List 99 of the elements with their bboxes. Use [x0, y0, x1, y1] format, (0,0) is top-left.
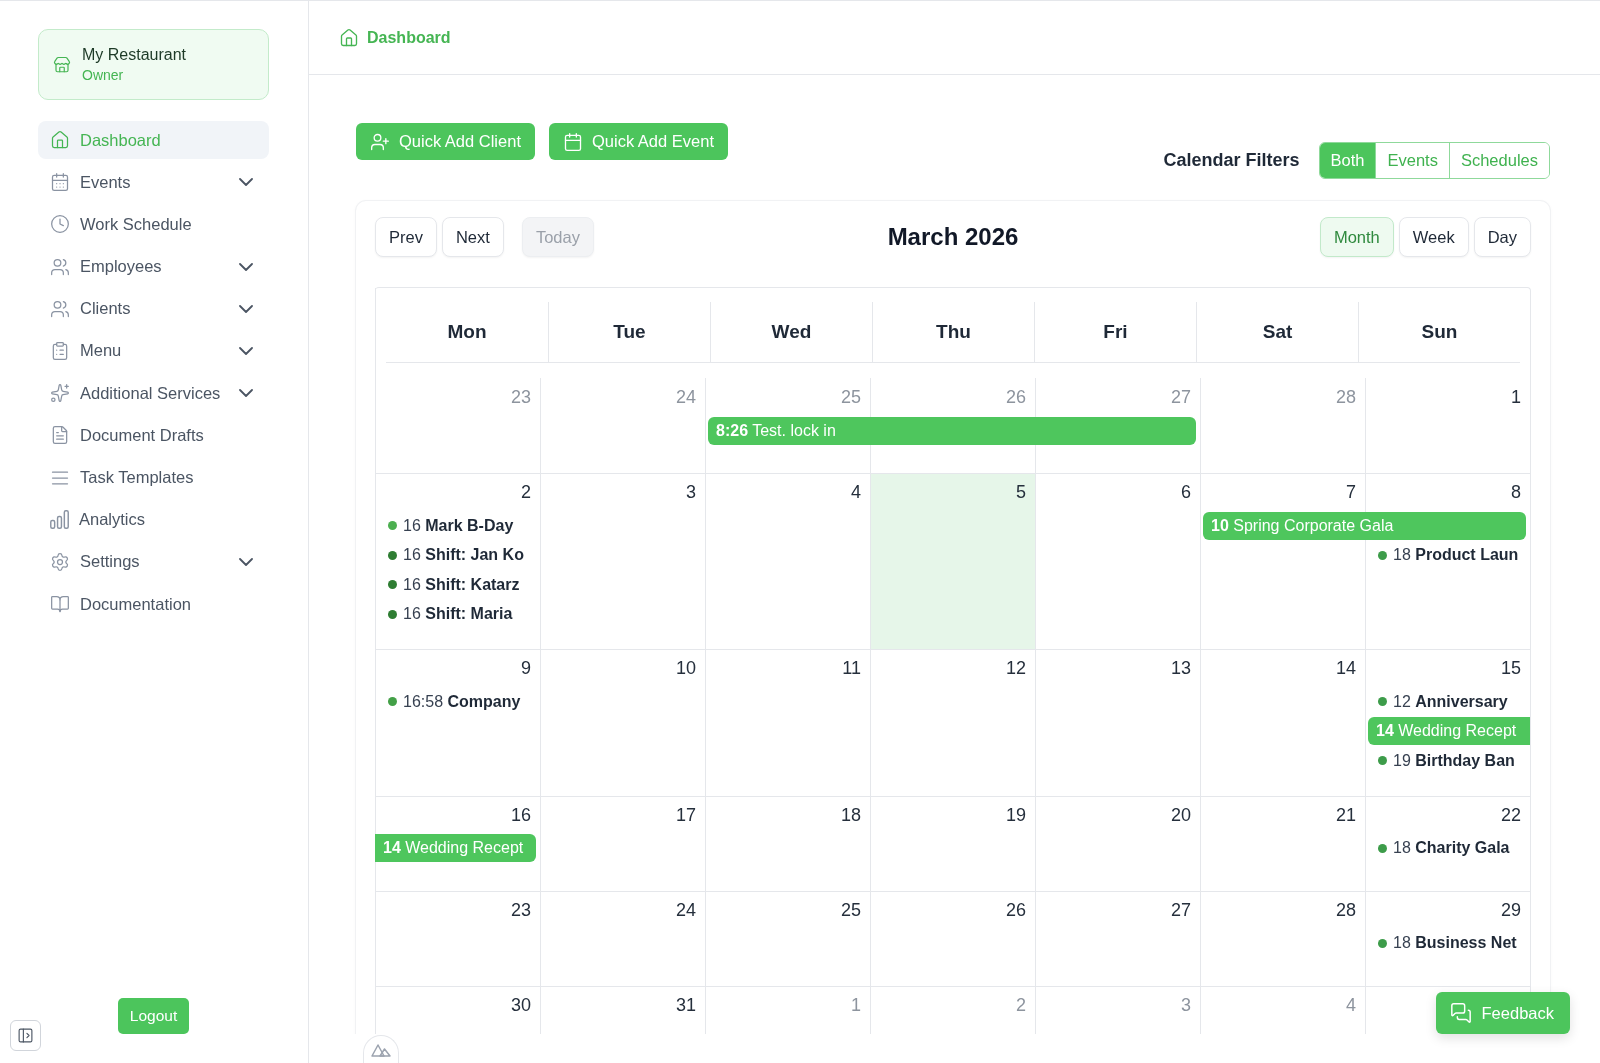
date-number: 4: [1346, 993, 1357, 1016]
people-icon: [50, 256, 70, 277]
bar-chart-icon: [50, 510, 69, 530]
date-number: 23: [510, 898, 532, 921]
devtools-button[interactable]: [363, 1035, 399, 1063]
date-number: 2: [1016, 993, 1027, 1016]
date-number: 28: [1335, 386, 1357, 408]
date-number: 26: [1005, 386, 1027, 408]
clock-icon: [50, 214, 70, 235]
event-label[interactable]: 16 Mark B-Day: [403, 516, 514, 535]
sparkles-icon: [50, 383, 70, 404]
account-role: Owner: [82, 67, 125, 83]
weekday-header: Thu: [872, 302, 1034, 362]
date-number: 24: [675, 898, 697, 921]
date-number: 9: [521, 657, 532, 679]
date-number: 16: [510, 803, 532, 826]
calendar-nav-button[interactable]: Next: [441, 217, 504, 257]
view-tab[interactable]: Month: [1319, 217, 1394, 257]
date-number: 13: [1170, 657, 1192, 679]
document-icon: [50, 425, 70, 446]
date-number: 14: [1335, 657, 1357, 679]
event-label[interactable]: 16 Shift: Katarz: [403, 575, 520, 594]
date-number: 7: [1346, 481, 1357, 503]
event-label[interactable]: 16:58 Company: [403, 692, 521, 711]
sidebar-toggle-button[interactable]: [10, 1020, 41, 1051]
date-number: 26: [1005, 898, 1027, 921]
date-number: 18: [840, 803, 862, 826]
filter-title: Calendar Filters: [1163, 150, 1300, 171]
event-label[interactable]: 16 Shift: Jan Ko: [403, 546, 524, 565]
user-plus-icon: [370, 131, 390, 152]
book-icon: [50, 594, 70, 615]
date-number: 11: [842, 657, 862, 679]
event-label[interactable]: 18 Charity Gala: [1393, 839, 1510, 858]
weekday-header: Mon: [446, 320, 488, 344]
nav-item[interactable]: Analytics: [38, 500, 269, 539]
date-number: 25: [840, 898, 862, 921]
date-number: 17: [675, 803, 697, 826]
view-tab[interactable]: Day: [1473, 217, 1531, 257]
home-icon: [339, 27, 359, 48]
date-number: 2: [521, 481, 532, 503]
weekday-header: Sun: [1358, 302, 1520, 362]
weekday-header: Wed: [710, 302, 872, 362]
store-icon: [53, 55, 71, 74]
date-number: 1: [851, 993, 862, 1016]
weekday-header: Sat: [1196, 302, 1358, 362]
date-number: 22: [1500, 803, 1522, 826]
date-number: 21: [1335, 803, 1357, 826]
calendar-icon: [50, 172, 70, 193]
date-number: 15: [1500, 657, 1522, 679]
date-number: 20: [1170, 803, 1192, 826]
date-number: 27: [1170, 898, 1192, 921]
date-number: 8: [1511, 481, 1522, 503]
people-icon: [50, 298, 70, 319]
nav-item[interactable]: Menu: [38, 331, 269, 370]
home-icon: [50, 130, 70, 150]
date-number: 5: [1016, 481, 1027, 503]
triangles-icon: [371, 1042, 391, 1057]
date-number: 25: [840, 386, 862, 408]
date-number: 4: [851, 481, 862, 503]
date-number: 12: [1005, 657, 1027, 679]
nav-item[interactable]: Task Templates: [38, 458, 269, 497]
panel-icon: [17, 1027, 34, 1044]
weekday-header: Fri: [1034, 302, 1196, 362]
date-number: 29: [1500, 898, 1522, 921]
calendar-nav-button[interactable]: Prev: [375, 217, 437, 257]
nav-item[interactable]: Documentation: [38, 585, 269, 624]
account-card[interactable]: My Restaurant Owner: [38, 29, 269, 100]
nav-item[interactable]: Clients: [38, 289, 269, 328]
event-label[interactable]: 18 Product Laun: [1393, 546, 1519, 565]
date-number: 30: [510, 993, 532, 1016]
date-number: 1: [1511, 386, 1522, 408]
date-number: 10: [675, 657, 697, 679]
date-number: 6: [1181, 481, 1192, 503]
account-name: My Restaurant: [82, 46, 187, 64]
date-number: 23: [510, 386, 532, 408]
event-label[interactable]: 19 Birthday Ban: [1393, 751, 1515, 770]
event-label[interactable]: 12 Anniversary: [1393, 692, 1508, 711]
nav-item[interactable]: Additional Services: [38, 374, 269, 413]
calendar-title: March 2026: [887, 223, 1019, 251]
event-label[interactable]: 18 Business Net: [1393, 934, 1517, 953]
chat-icon: [1449, 1002, 1472, 1024]
nav-item[interactable]: Work Schedule: [38, 205, 269, 244]
nav-item[interactable]: Document Drafts: [38, 416, 269, 455]
date-number: 3: [1181, 993, 1192, 1016]
date-number: 3: [686, 481, 697, 503]
date-number: 27: [1170, 386, 1192, 408]
date-number: 31: [675, 993, 697, 1016]
date-number: 28: [1335, 898, 1357, 921]
nav-item[interactable]: Events: [38, 163, 269, 202]
event-label[interactable]: 16 Shift: Maria: [403, 605, 513, 624]
weekday-header: Tue: [548, 302, 710, 362]
view-tab[interactable]: Week: [1398, 217, 1469, 257]
calendar-icon: [563, 131, 583, 152]
nav-item[interactable]: Employees: [38, 247, 269, 286]
date-number: 19: [1005, 803, 1027, 826]
clipboard-icon: [50, 340, 70, 361]
nav-item[interactable]: Settings: [38, 542, 269, 581]
date-number: 24: [675, 386, 697, 408]
settings-icon: [50, 551, 70, 572]
